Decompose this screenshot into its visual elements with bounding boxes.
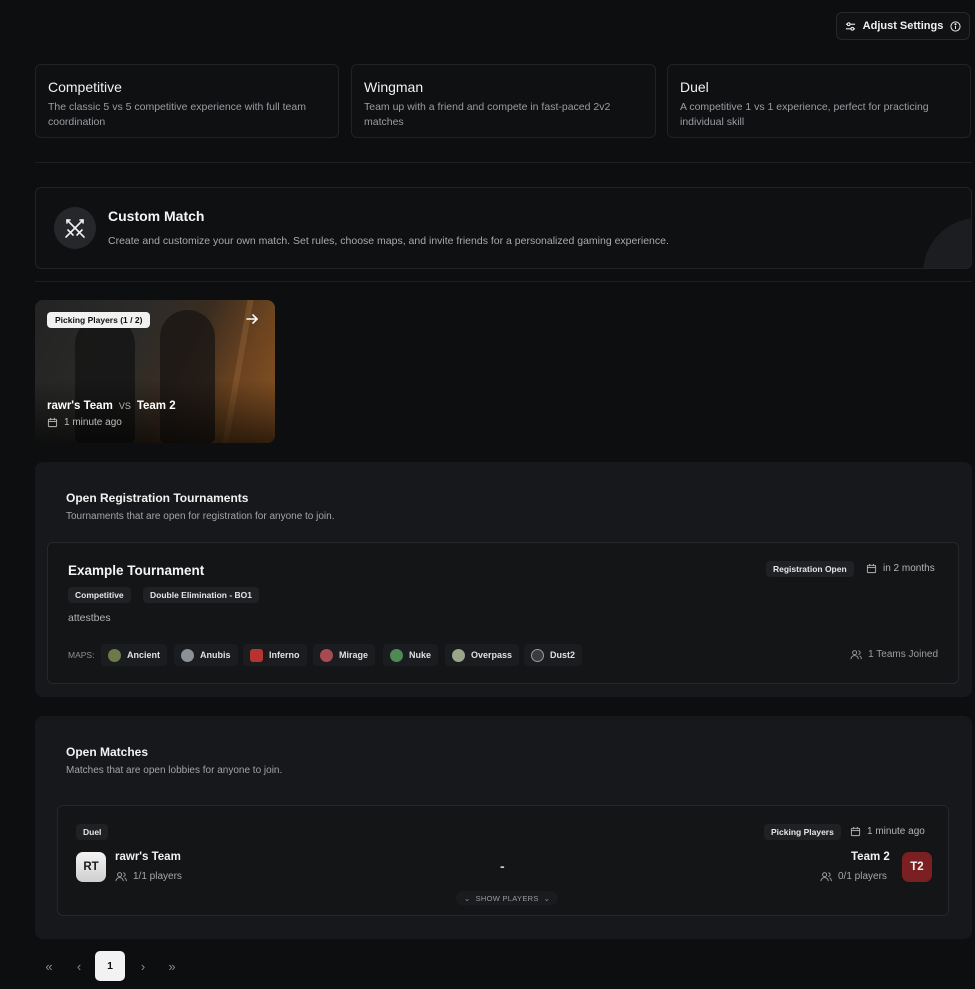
mode-card-duel[interactable]: Duel A competitive 1 vs 1 experience, pe… [667,64,971,138]
show-players-button[interactable]: ⌄ SHOW PLAYERS ⌄ [456,891,559,905]
match-time: 1 minute ago [850,826,925,837]
map-chip-overpass: Overpass [445,644,520,666]
map-chip-inferno: Inferno [243,644,307,666]
map-chip-dust2: Dust2 [524,644,583,666]
info-icon [950,20,961,32]
team1-avatar: RT [76,852,106,882]
team1-name: rawr's Team [115,851,181,863]
users-icon [820,872,832,882]
map-name: Dust2 [550,650,576,660]
calendar-icon [47,417,58,428]
pagination-next-button[interactable]: › [128,951,158,981]
section-title: Open Matches [66,745,149,759]
registration-status-badge: Registration Open [766,561,854,577]
adjust-settings-label: Adjust Settings [862,20,944,32]
divider [35,281,972,282]
users-icon [850,650,862,660]
lobby-team2: Team 2 [136,400,176,412]
dust2-map-icon [531,648,544,662]
calendar-icon [866,563,877,574]
custom-match-title: Custom Match [108,208,205,224]
mode-title: Duel [680,79,709,95]
custom-match-card[interactable]: Custom Match Create and customize your o… [35,187,972,269]
team2-players-text: 0/1 players [838,871,887,882]
chevrons-down-icon: ⌄ [543,893,551,903]
show-players-label: SHOW PLAYERS [475,893,539,903]
mode-card-wingman[interactable]: Wingman Team up with a friend and compet… [351,64,656,138]
map-name: Nuke [409,650,432,660]
overpass-map-icon [452,648,465,662]
calendar-icon [850,826,861,837]
maps-label: MAPS: [68,650,95,660]
map-name: Anubis [200,650,231,660]
tournament-tag: Double Elimination - BO1 [143,587,260,603]
tournament-card[interactable]: Example Tournament Registration Open in … [47,542,959,684]
lobby-status-badge: Picking Players (1 / 2) [47,312,151,328]
mode-description: A competitive 1 vs 1 experience, perfect… [680,101,929,128]
tournament-name: Example Tournament [68,563,205,578]
match-status-badge: Picking Players [764,824,841,840]
mode-card-competitive[interactable]: Competitive The classic 5 vs 5 competiti… [35,64,339,138]
custom-match-description: Create and customize your own match. Set… [108,235,669,247]
anubis-map-icon [181,648,194,662]
team1-players-text: 1/1 players [133,871,182,882]
pagination-prev-button[interactable]: ‹ [64,951,94,981]
team1-players: 1/1 players [115,871,182,882]
pagination-first-button[interactable]: « [34,951,64,981]
teams-joined-text: 1 Teams Joined [868,649,938,660]
chevrons-down-icon: ⌄ [464,893,471,903]
inferno-map-icon [250,648,263,662]
ancient-map-icon [108,648,121,662]
lobby-vs: VS [118,401,131,411]
decorative-circle [923,218,971,268]
sliders-icon [845,21,855,31]
open-match-card[interactable]: Duel Picking Players 1 minute ago RT raw… [57,805,949,916]
mode-description: The classic 5 vs 5 competitive experienc… [48,101,306,128]
map-chip-nuke: Nuke [383,644,439,666]
map-name: Inferno [269,650,300,660]
map-chip-anubis: Anubis [174,644,238,666]
team2-name: Team 2 [851,851,890,863]
team2-players: 0/1 players [820,871,887,882]
match-time-text: 1 minute ago [867,826,925,837]
tournament-description: attestbes [68,612,111,624]
section-description: Tournaments that are open for registrati… [66,511,335,522]
match-separator: - [500,858,505,874]
teams-joined: 1 Teams Joined [850,649,938,660]
lobby-time: 1 minute ago [47,417,122,428]
mirage-map-icon [320,648,333,662]
map-name: Overpass [471,650,513,660]
tournament-start: in 2 months [866,563,935,574]
match-mode-badge: Duel [76,824,109,840]
map-chip-ancient: Ancient [101,644,168,666]
map-name: Ancient [127,650,161,660]
pagination-last-button[interactable]: » [157,951,187,981]
mode-title: Wingman [364,79,424,95]
divider [35,162,972,163]
users-icon [115,872,127,882]
section-description: Matches that are open lobbies for anyone… [66,765,283,776]
arrow-right-icon[interactable] [245,312,259,326]
nuke-map-icon [390,648,403,662]
pagination-page-button[interactable]: 1 [95,951,125,981]
adjust-settings-button[interactable]: Adjust Settings [836,12,970,40]
match-lobby-card[interactable]: Picking Players (1 / 2) rawr's Team VS T… [35,300,275,443]
map-name: Mirage [339,650,369,660]
section-title: Open Registration Tournaments [66,491,249,505]
lobby-teams: rawr's Team VS Team 2 [47,400,176,412]
mode-description: Team up with a friend and compete in fas… [364,101,611,128]
mode-title: Competitive [48,79,122,95]
lobby-team1: rawr's Team [47,400,113,412]
tournament-start-text: in 2 months [883,563,935,574]
team2-avatar: T2 [902,852,932,882]
map-chip-mirage: Mirage [313,644,376,666]
lobby-time-text: 1 minute ago [64,417,122,428]
crossed-swords-icon [54,207,96,249]
tournament-tag: Competitive [68,587,131,603]
